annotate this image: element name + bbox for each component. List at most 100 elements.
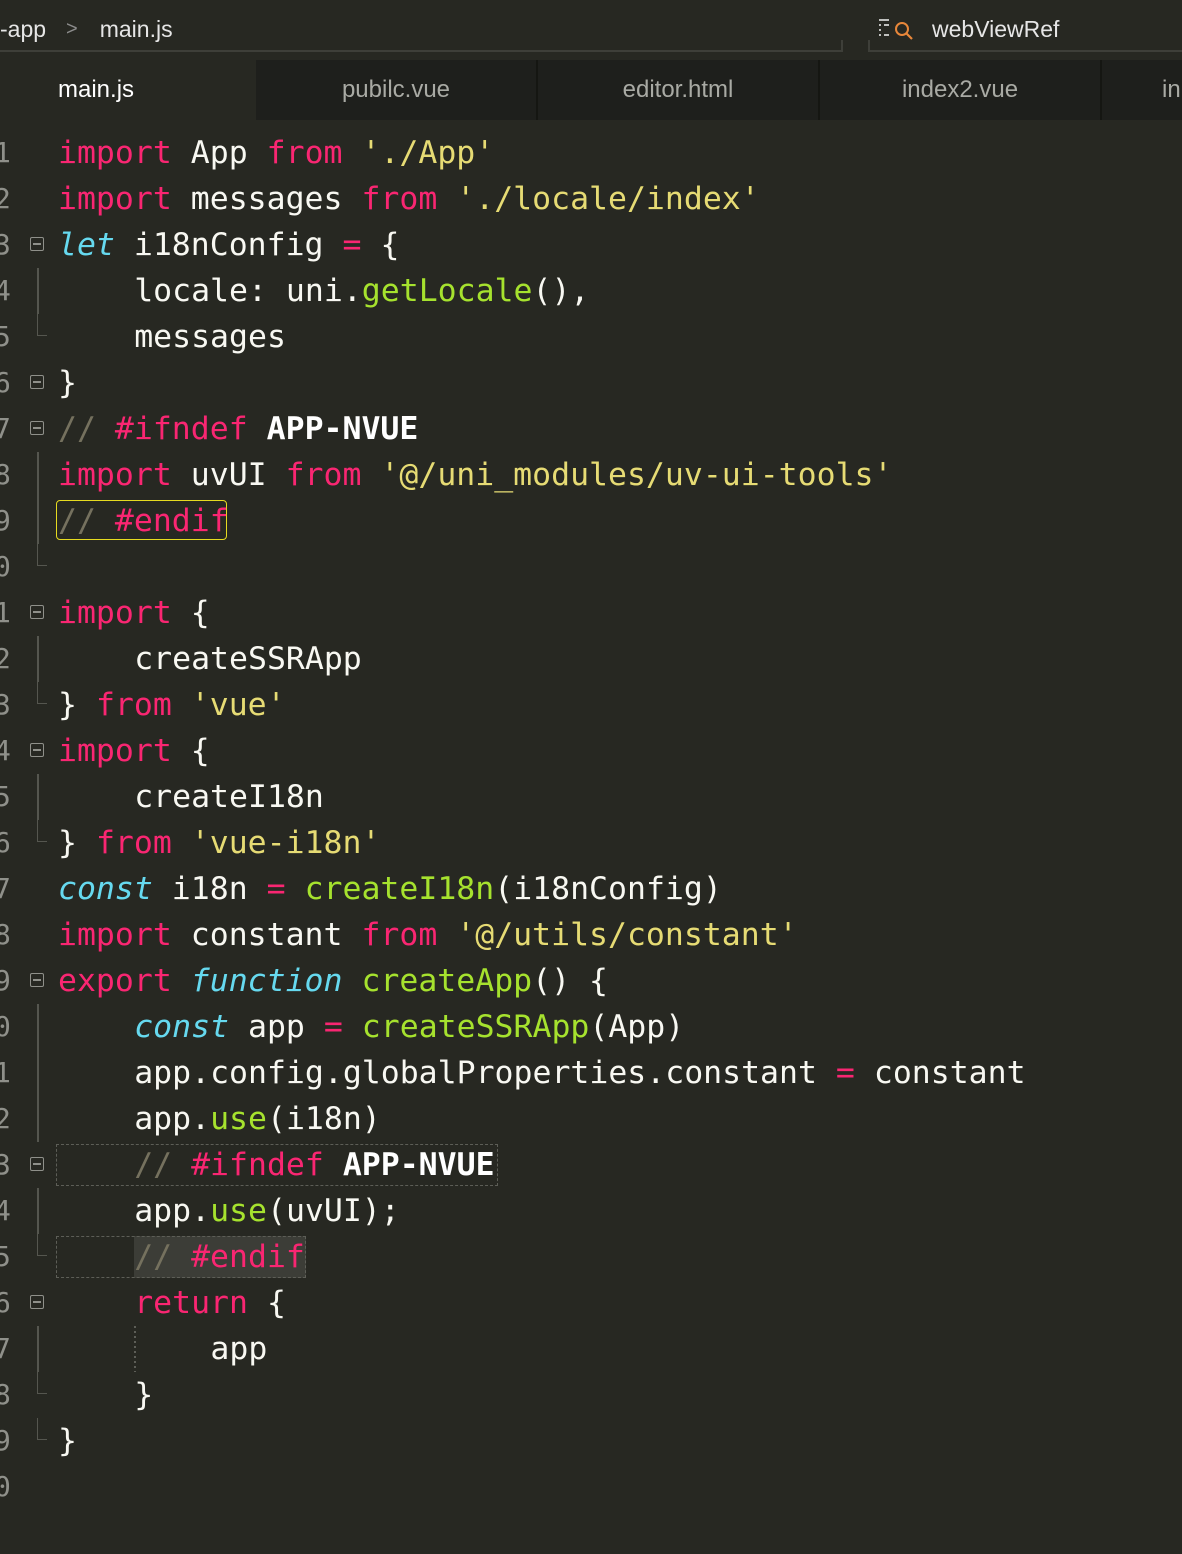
tab-main-js[interactable]: main.js — [0, 60, 256, 120]
line-number[interactable]: 8 — [0, 452, 18, 498]
tab-editor-html[interactable]: editor.html — [538, 60, 820, 120]
code-line[interactable]: 0 const app = createSSRApp(App) — [0, 1004, 1182, 1050]
indent-guide — [134, 1326, 136, 1372]
fold-toggle-icon[interactable] — [30, 973, 44, 987]
code-line[interactable]: 5 createI18n — [0, 774, 1182, 820]
line-number[interactable]: 3 — [0, 682, 18, 728]
code-line[interactable]: 4 locale: uni.getLocale(), — [0, 268, 1182, 314]
fold-toggle-icon[interactable] — [30, 1157, 44, 1171]
line-number[interactable]: 6 — [0, 360, 18, 406]
fold-toggle-icon[interactable] — [30, 1295, 44, 1309]
code-line[interactable]: 3 // #ifndef APP-NVUE — [0, 1142, 1182, 1188]
line-number[interactable]: 5 — [0, 1234, 18, 1280]
fold-toggle-icon[interactable] — [30, 605, 44, 619]
line-number[interactable]: 7 — [0, 406, 18, 452]
code-line[interactable]: 8} — [0, 1372, 1182, 1418]
code-text: import { — [58, 595, 210, 631]
code-line[interactable]: 8 import constant from '@/utils/constant' — [0, 912, 1182, 958]
line-number[interactable]: 2 — [0, 176, 18, 222]
fold-toggle-icon[interactable] — [30, 421, 44, 435]
breadcrumb-item-project[interactable]: -app — [0, 16, 46, 43]
code-line[interactable]: 0 — [0, 1464, 1182, 1510]
code-line[interactable]: 1 import { — [0, 590, 1182, 636]
fold-toggle-icon[interactable] — [30, 375, 44, 389]
line-number[interactable]: 5 — [0, 774, 18, 820]
code-line[interactable]: 2 createSSRApp — [0, 636, 1182, 682]
code-line[interactable]: 1 import App from './App' — [0, 130, 1182, 176]
line-number[interactable]: 2 — [0, 636, 18, 682]
code-editor[interactable]: 1 import App from './App' 2 import messages… — [0, 120, 1182, 1554]
tab-bar: main.js pubilc.vue editor.html index2.vu… — [0, 60, 1182, 120]
line-number[interactable]: 4 — [0, 268, 18, 314]
fold-guide-end — [37, 544, 47, 566]
code-line[interactable]: 9 // #endif — [0, 498, 1182, 544]
line-number[interactable]: 0 — [0, 544, 18, 590]
code-text: createSSRApp — [134, 641, 362, 677]
code-line[interactable]: 6} — [0, 360, 1182, 406]
code-line[interactable]: 9 export function createApp() { — [0, 958, 1182, 1004]
code-text: app — [210, 1331, 268, 1367]
line-number[interactable]: 3 — [0, 222, 18, 268]
code-text: } — [58, 365, 77, 401]
line-number[interactable]: 2 — [0, 1096, 18, 1142]
line-number[interactable]: 1 — [0, 130, 18, 176]
line-number[interactable]: 8 — [0, 1372, 18, 1418]
code-line[interactable]: 7 const i18n = createI18n(i18nConfig) — [0, 866, 1182, 912]
code-text: // #ifndef APP-NVUE — [58, 411, 419, 447]
fold-guide — [37, 268, 39, 314]
code-line[interactable]: 7 // #ifndef APP-NVUE — [0, 406, 1182, 452]
line-number[interactable]: 0 — [0, 1004, 18, 1050]
code-text: export function createApp() { — [58, 963, 609, 999]
code-line[interactable]: 5 messages — [0, 314, 1182, 360]
breadcrumb-item-file[interactable]: main.js — [100, 16, 173, 43]
code-line[interactable]: 9} — [0, 1418, 1182, 1464]
line-number[interactable]: 0 — [0, 1464, 18, 1510]
symbol-search-label: webViewRef — [932, 15, 1060, 42]
symbol-search[interactable]: webViewRef — [876, 14, 1059, 44]
tab-index2-vue[interactable]: index2.vue — [820, 60, 1102, 120]
line-number[interactable]: 1 — [0, 590, 18, 636]
code-line[interactable]: 1 app.config.globalProperties.constant = … — [0, 1050, 1182, 1096]
code-line[interactable]: 7 app — [0, 1326, 1182, 1372]
line-number[interactable]: 9 — [0, 1418, 18, 1464]
line-number[interactable]: 4 — [0, 1188, 18, 1234]
line-number[interactable]: 6 — [0, 1280, 18, 1326]
tab-overflow[interactable]: in — [1102, 60, 1182, 120]
fold-guide-end — [37, 1234, 47, 1256]
line-number[interactable]: 6 — [0, 820, 18, 866]
line-number[interactable]: 9 — [0, 498, 18, 544]
code-text: import { — [58, 733, 210, 769]
line-number[interactable]: 5 — [0, 314, 18, 360]
code-line[interactable]: 8 import uvUI from '@/uni_modules/uv-ui-t… — [0, 452, 1182, 498]
fold-guide — [37, 1188, 39, 1234]
code-line[interactable]: 4 import { — [0, 728, 1182, 774]
breadcrumb-bar: -app > main.js webViewRef — [0, 0, 1182, 56]
code-line[interactable]: 4 app.use(uvUI); — [0, 1188, 1182, 1234]
fold-toggle-icon[interactable] — [30, 237, 44, 251]
code-line[interactable]: 6 return { — [0, 1280, 1182, 1326]
fold-toggle-icon[interactable] — [30, 743, 44, 757]
code-line[interactable]: 5 // #endif — [0, 1234, 1182, 1280]
code-line[interactable]: 3} from 'vue' — [0, 682, 1182, 728]
line-number[interactable]: 8 — [0, 912, 18, 958]
line-number[interactable]: 9 — [0, 958, 18, 1004]
tab-label: main.js — [58, 76, 135, 103]
tab-pubilc-vue[interactable]: pubilc.vue — [256, 60, 538, 120]
line-number[interactable]: 7 — [0, 866, 18, 912]
code-text: const i18n = createI18n(i18nConfig) — [58, 871, 722, 907]
breadcrumb-separator: > — [66, 17, 78, 40]
line-number[interactable]: 7 — [0, 1326, 18, 1372]
fold-guide — [37, 1326, 39, 1372]
symbol-search-icon — [879, 19, 913, 40]
line-number[interactable]: 4 — [0, 728, 18, 774]
code-line[interactable]: 2 import messages from './locale/index' — [0, 176, 1182, 222]
code-line[interactable]: 2 app.use(i18n) — [0, 1096, 1182, 1142]
line-number[interactable]: 3 — [0, 1142, 18, 1188]
fold-guide — [37, 1004, 39, 1050]
code-line[interactable]: 3 let i18nConfig = { — [0, 222, 1182, 268]
line-number[interactable]: 1 — [0, 1050, 18, 1096]
code-text: import uvUI from '@/uni_modules/uv-ui-to… — [58, 457, 893, 493]
code-line[interactable]: 0 — [0, 544, 1182, 590]
code-text: app.use(i18n) — [134, 1101, 381, 1137]
code-line[interactable]: 6} from 'vue-i18n' — [0, 820, 1182, 866]
